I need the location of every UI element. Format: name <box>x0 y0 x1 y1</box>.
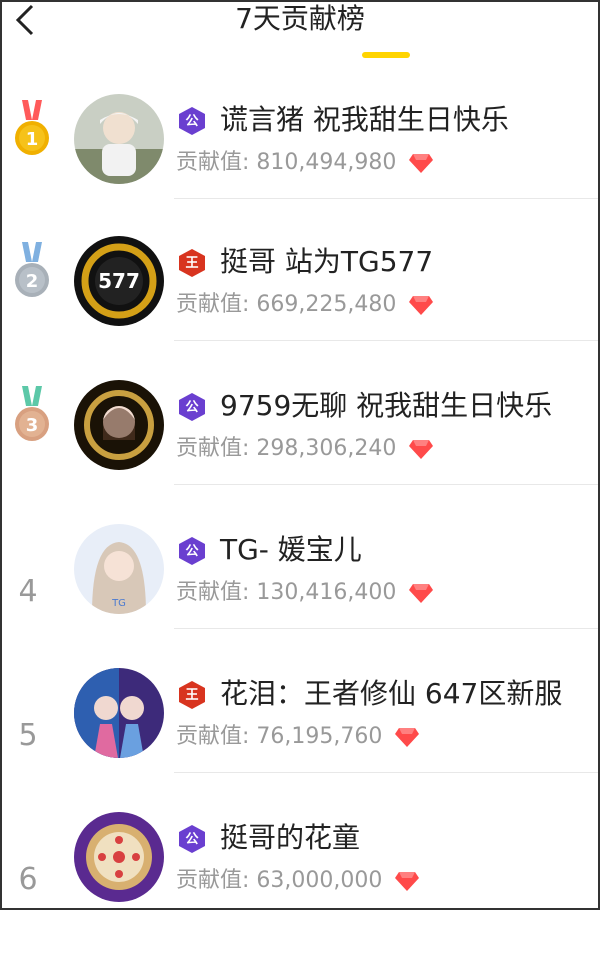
rank-badge: 5 <box>8 670 48 812</box>
svg-text:2: 2 <box>26 271 39 292</box>
guild-tag-icon: 公 <box>178 824 206 854</box>
avatar[interactable] <box>74 812 164 902</box>
bronze-medal-icon: 3 <box>15 386 49 441</box>
contribution: 贡献值: 298,306,240 <box>176 430 434 462</box>
contribution-value: 669,225,480 <box>256 292 397 317</box>
diamond-icon <box>409 296 434 315</box>
rank-badge: 2 <box>8 238 49 380</box>
contribution: 贡献值: 76,195,760 <box>176 718 420 750</box>
divider <box>174 628 598 629</box>
diamond-icon <box>395 872 420 891</box>
diamond-icon <box>409 440 434 459</box>
king-tag-icon: 王 <box>178 680 206 710</box>
guild-tag-icon: 公 <box>178 106 206 136</box>
divider <box>174 484 598 485</box>
header: 7天贡献榜 <box>2 2 598 72</box>
contribution-value: 130,416,400 <box>256 580 397 605</box>
svg-text:1: 1 <box>26 129 39 150</box>
contribution-value: 298,306,240 <box>256 436 397 461</box>
svg-text:3: 3 <box>26 415 39 436</box>
diamond-icon <box>395 728 420 747</box>
contribution: 贡献值: 63,000,000 <box>176 862 420 894</box>
avatar[interactable] <box>74 94 164 184</box>
avatar[interactable] <box>74 380 164 470</box>
user-name: 花泪：王者修仙 647区新服 <box>220 677 563 710</box>
rank-badge: 4 <box>8 526 48 668</box>
rank-number: 4 <box>18 574 38 609</box>
contribution-value: 76,195,760 <box>256 724 383 749</box>
list-item[interactable]: 5 王 花泪：王者修仙 647区新服 贡献值: 76,195,760 <box>2 668 598 812</box>
list-item[interactable]: 4 TG 公 TG- 媛宝儿 贡献值: 130,416,400 <box>2 524 598 668</box>
rank-badge: 3 <box>8 382 49 524</box>
list-item[interactable]: 3 公 9759无聊 祝我甜生日快乐 贡献值: 298,306,240 <box>2 380 598 524</box>
list-item[interactable]: 2 577 王 挺哥 站为TG577 贡献值: 669,225,480 <box>2 236 598 380</box>
avatar[interactable]: TG <box>74 524 164 614</box>
title-underline <box>362 52 410 58</box>
user-name: TG- 媛宝儿 <box>220 533 362 566</box>
user-name: 挺哥 站为TG577 <box>220 245 434 278</box>
avatar[interactable] <box>74 668 164 758</box>
list-item[interactable]: 1 公 谎言猪 祝我甜生日快乐 贡献值: 810,494,980 <box>2 94 598 238</box>
rank-badge: 6 <box>8 814 48 956</box>
guild-tag-icon: 公 <box>178 392 206 422</box>
svg-text:TG: TG <box>111 598 126 609</box>
user-name: 挺哥的花童 <box>220 821 361 854</box>
diamond-icon <box>409 154 434 173</box>
divider <box>174 772 598 773</box>
svg-text:577: 577 <box>98 269 140 293</box>
gold-medal-icon: 1 <box>15 100 49 155</box>
rank-number: 5 <box>18 718 38 753</box>
contribution-value: 63,000,000 <box>256 868 383 893</box>
divider <box>174 340 598 341</box>
divider <box>174 198 598 199</box>
silver-medal-icon: 2 <box>15 242 49 297</box>
page-title: 7天贡献榜 <box>235 2 365 35</box>
user-name: 谎言猪 祝我甜生日快乐 <box>220 103 509 136</box>
rank-badge: 1 <box>8 96 49 238</box>
avatar[interactable]: 577 <box>74 236 164 326</box>
diamond-icon <box>409 584 434 603</box>
guild-tag-icon: 公 <box>178 536 206 566</box>
contribution: 贡献值: 810,494,980 <box>176 144 434 176</box>
rank-number: 6 <box>18 862 38 897</box>
list-item[interactable]: 6 公 挺哥的花童 贡献值: 63,000,000 <box>2 812 598 956</box>
contribution: 贡献值: 669,225,480 <box>176 286 434 318</box>
contribution: 贡献值: 130,416,400 <box>176 574 434 606</box>
king-tag-icon: 王 <box>178 248 206 278</box>
contribution-value: 810,494,980 <box>256 150 397 175</box>
user-name: 9759无聊 祝我甜生日快乐 <box>220 389 553 422</box>
